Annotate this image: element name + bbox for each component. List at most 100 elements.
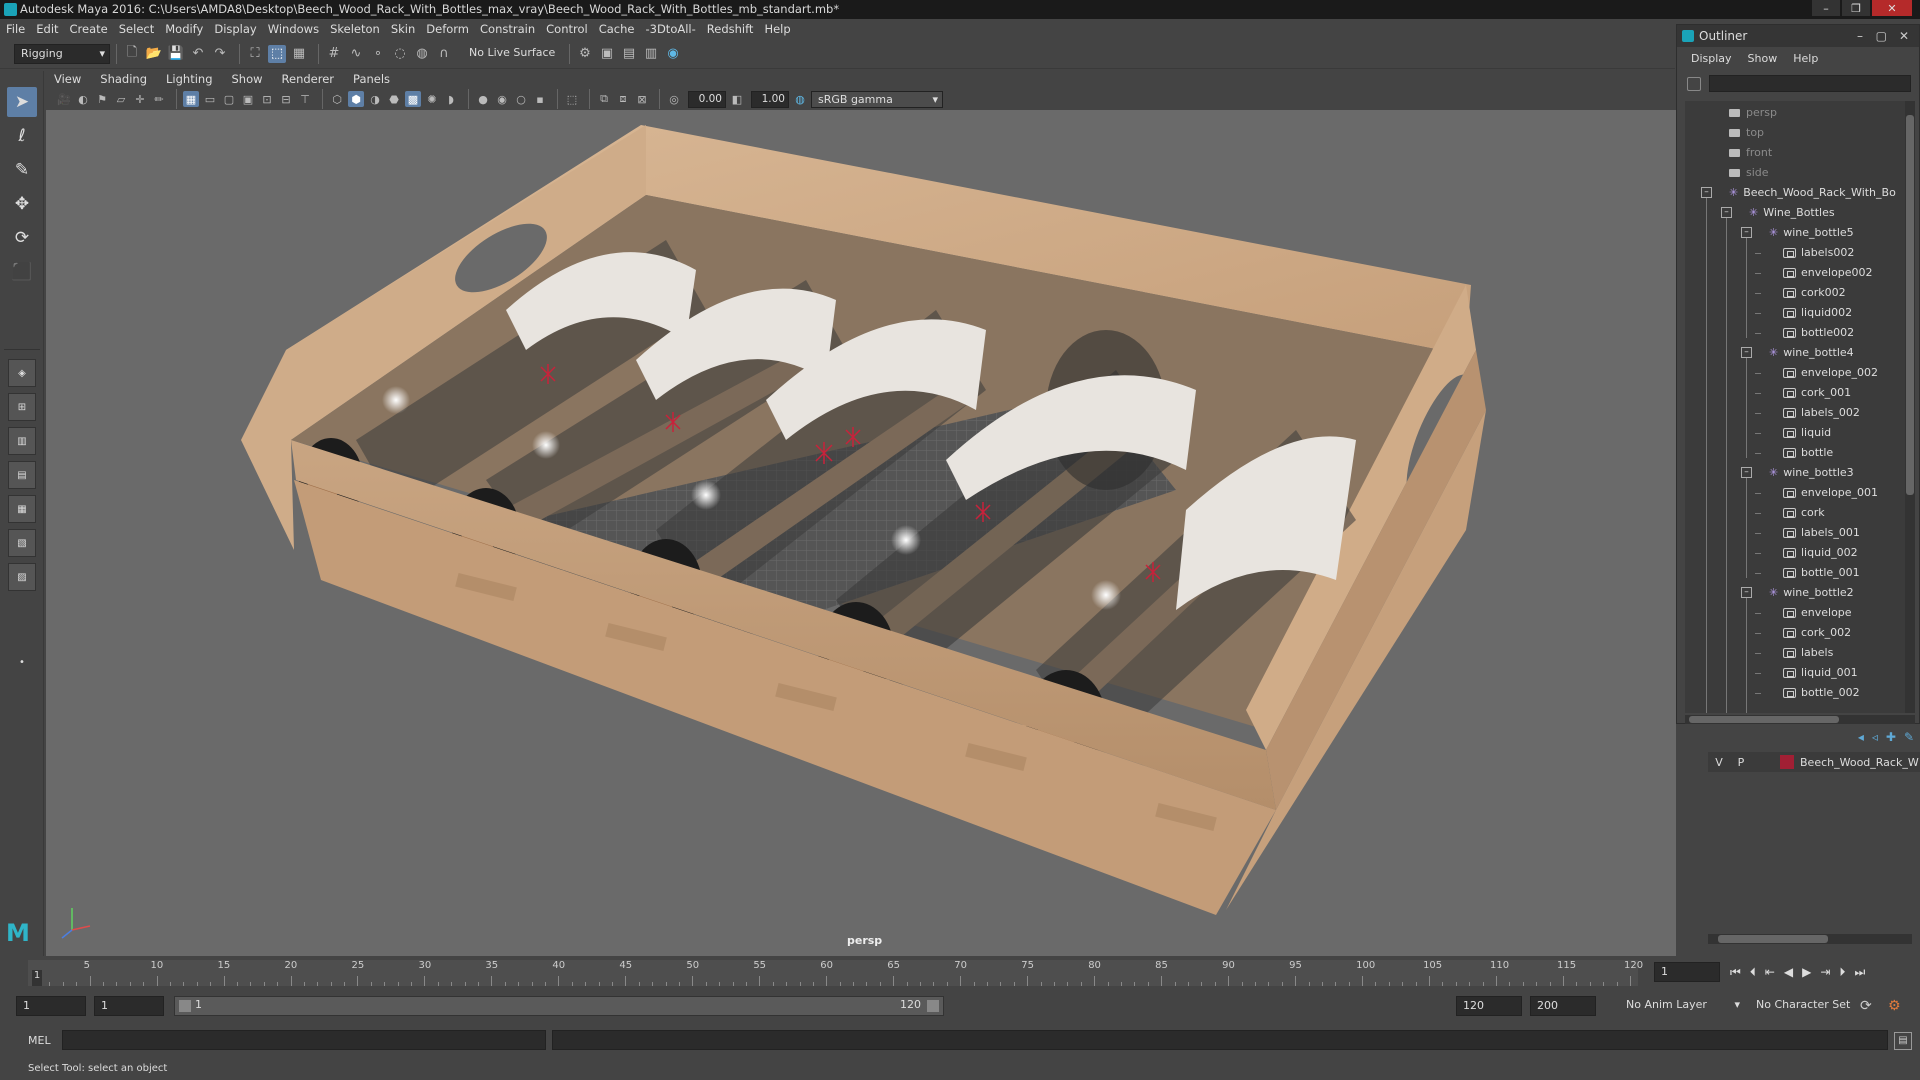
redo-icon[interactable]: ↷ [211, 45, 229, 63]
menu-cache[interactable]: Cache [599, 22, 635, 36]
maximize-icon[interactable]: ❐ [1842, 0, 1870, 16]
open-scene-icon[interactable]: 📂 [145, 45, 163, 63]
maya-home-icon[interactable]: M [6, 919, 36, 947]
collapse-toggle[interactable]: – [1741, 347, 1752, 358]
safe-title-icon[interactable]: ⊤ [297, 91, 313, 107]
panel-menu-view[interactable]: View [54, 72, 81, 86]
render-settings-icon[interactable]: ⚙ [576, 45, 594, 63]
tree-item-mesh[interactable]: liquid [1755, 423, 1831, 443]
ipr-render-icon[interactable]: ▤ [620, 45, 638, 63]
collapse-toggle[interactable]: – [1741, 227, 1752, 238]
auto-key-icon[interactable]: ⟳ [1860, 998, 1872, 1014]
playback-end-field[interactable]: 120 [1456, 996, 1522, 1016]
tree-item-wine-bottle3[interactable]: ✳ wine_bottle3 [1769, 463, 1854, 483]
scrollbar-thumb[interactable] [1689, 716, 1839, 723]
move-tool-icon[interactable]: ✥ [7, 189, 37, 219]
outliner-tree[interactable]: persp top front side – ✳ Beech_Wood_Rack_… [1685, 101, 1905, 713]
tree-item-root[interactable]: ✳ Beech_Wood_Rack_With_Bo [1729, 183, 1896, 203]
viewport-persp[interactable] [46, 110, 1676, 956]
move-layer-up-icon[interactable]: ◂ [1858, 730, 1864, 744]
gamma-icon[interactable]: ◧ [729, 91, 745, 107]
layer-horizontal-scrollbar[interactable] [1708, 934, 1912, 944]
time-ruler[interactable]: 5 10 15 20 25 30 35 40 45 50 55 60 65 70 75 80 85 90 95 100… [28, 960, 1643, 986]
wireframe-on-shaded-icon[interactable]: ⬣ [386, 91, 402, 107]
menu-file[interactable]: File [6, 22, 25, 36]
scrollbar-thumb[interactable] [1906, 115, 1914, 495]
move-layer-down-icon[interactable]: ◃ [1872, 730, 1878, 744]
panel-menu-panels[interactable]: Panels [353, 72, 390, 86]
tree-item-mesh[interactable]: envelope_002 [1755, 363, 1878, 383]
image-plane-icon[interactable]: ▱ [113, 91, 129, 107]
new-layer-selected-icon[interactable]: ✚ [1886, 730, 1896, 744]
tree-item-mesh[interactable]: bottle002 [1755, 323, 1854, 343]
menu-help[interactable]: Help [764, 22, 790, 36]
gate-mask-icon[interactable]: ▣ [240, 91, 256, 107]
two-d-pan-icon[interactable]: ✛ [132, 91, 148, 107]
menu-control[interactable]: Control [546, 22, 588, 36]
tree-item-mesh[interactable]: liquid_002 [1755, 543, 1858, 563]
snap-grid-icon[interactable]: # [325, 45, 343, 63]
tree-item-mesh[interactable]: labels002 [1755, 243, 1854, 263]
script-editor-icon[interactable]: ▤ [1894, 1032, 1912, 1050]
menu-deform[interactable]: Deform [426, 22, 469, 36]
tree-item-mesh[interactable]: cork002 [1755, 283, 1846, 303]
custom-layout-icon[interactable]: ▨ [8, 563, 36, 591]
tree-item-mesh[interactable]: envelope [1755, 603, 1852, 623]
select-hierarchy-icon[interactable]: ⛶ [246, 45, 264, 63]
two-pane-layout-icon[interactable]: ▥ [8, 427, 36, 455]
menu-modify[interactable]: Modify [165, 22, 203, 36]
snap-curve-icon[interactable]: ∿ [347, 45, 365, 63]
tree-item-mesh[interactable]: bottle [1755, 443, 1833, 463]
tree-item-mesh[interactable]: labels [1755, 643, 1833, 663]
current-frame-field[interactable]: 1 [1654, 962, 1720, 982]
menu-skeleton[interactable]: Skeleton [330, 22, 380, 36]
menu-create[interactable]: Create [70, 22, 108, 36]
multisample-aa-icon[interactable]: ○ [513, 91, 529, 107]
play-forwards-icon[interactable]: ▶ [1802, 965, 1811, 979]
snap-magnet-icon[interactable]: ∩ [435, 45, 453, 63]
collapse-toggle[interactable]: – [1701, 187, 1712, 198]
step-forward-frame-icon[interactable]: ⏵ [1839, 965, 1845, 980]
tree-item-mesh[interactable]: envelope_001 [1755, 483, 1878, 503]
wireframe-icon[interactable]: ⬡ [329, 91, 345, 107]
scrollbar-thumb[interactable] [1718, 935, 1828, 943]
camera-attributes-icon[interactable]: ◐ [75, 91, 91, 107]
panel-menu-show[interactable]: Show [232, 72, 263, 86]
animation-end-field[interactable]: 200 [1530, 996, 1596, 1016]
tree-item-wine-bottle5[interactable]: ✳ wine_bottle5 [1769, 223, 1854, 243]
resolution-gate-icon[interactable]: ▢ [221, 91, 237, 107]
panel-menu-lighting[interactable]: Lighting [166, 72, 212, 86]
maximize-icon[interactable]: ▢ [1876, 25, 1887, 47]
range-start-handle[interactable] [179, 1000, 191, 1012]
collapse-toggle[interactable]: – [1741, 467, 1752, 478]
minimize-icon[interactable]: – [1812, 0, 1840, 16]
outliner-menu-help[interactable]: Help [1793, 52, 1818, 65]
field-chart-icon[interactable]: ⊡ [259, 91, 275, 107]
textured-icon[interactable]: ▩ [405, 91, 421, 107]
xray-icon[interactable]: ⧉ [596, 91, 612, 107]
snap-view-icon[interactable]: ◌ [391, 45, 409, 63]
menu-redshift[interactable]: Redshift [707, 22, 754, 36]
use-default-material-icon[interactable]: ◑ [367, 91, 383, 107]
tree-item-mesh[interactable]: bottle_001 [1755, 563, 1860, 583]
animation-start-field[interactable]: 1 [16, 996, 86, 1016]
select-object-icon[interactable]: ⬚ [268, 44, 286, 63]
view-transform-dropdown[interactable]: sRGB gamma ▾ [811, 90, 943, 108]
outliner-menu-show[interactable]: Show [1748, 52, 1778, 65]
hypershade-icon[interactable]: ◉ [664, 45, 682, 63]
paint-select-icon[interactable]: ✎ [7, 155, 37, 185]
script-type-label[interactable]: MEL [28, 1034, 51, 1047]
playback-start-field[interactable]: 1 [94, 996, 164, 1016]
step-forward-key-icon[interactable]: ⇥ [1820, 965, 1830, 979]
display-layer-row[interactable]: V P Beech_Wood_Rack_W [1708, 752, 1920, 772]
new-scene-icon[interactable]: 🗋 [123, 45, 141, 63]
render-view-icon[interactable]: ▥ [642, 45, 660, 63]
menu-display[interactable]: Display [214, 22, 256, 36]
tree-item-mesh[interactable]: liquid002 [1755, 303, 1852, 323]
rotate-tool-icon[interactable]: ⟳ [7, 223, 37, 253]
snap-point-icon[interactable]: ∘ [369, 45, 387, 63]
tree-item-mesh[interactable]: bottle_002 [1755, 683, 1860, 703]
grid-icon[interactable]: ▦ [183, 91, 199, 107]
menu-set-dropdown[interactable]: Rigging ▾ [14, 43, 110, 64]
save-scene-icon[interactable]: 💾 [167, 45, 185, 63]
